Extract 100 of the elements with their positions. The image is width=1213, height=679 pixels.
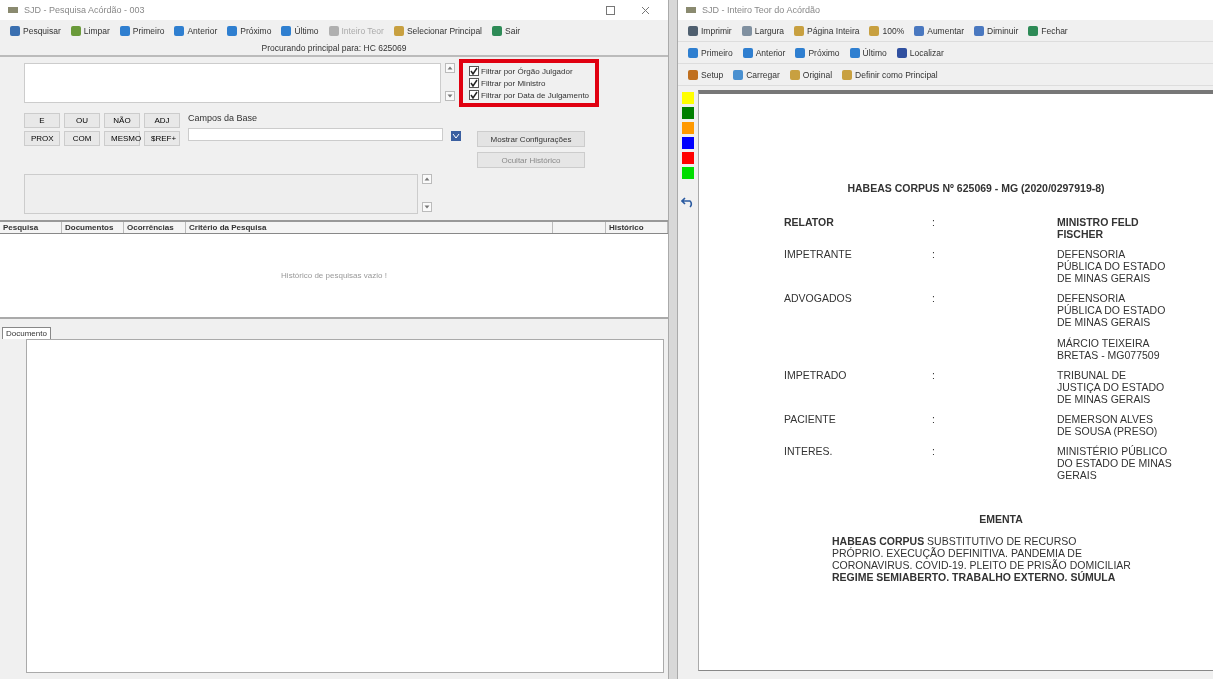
toolbar-icon	[788, 68, 801, 81]
separator-colon: :	[932, 412, 936, 427]
toolbar-icon	[913, 24, 926, 37]
toolbar-icon	[69, 24, 82, 37]
toolbar-button[interactable]: Primeiro	[115, 24, 168, 37]
toolbar-button[interactable]: Aumentar	[910, 24, 968, 37]
party-role: PACIENTE	[784, 412, 837, 427]
toolbar-button[interactable]: Definir como Principal	[838, 68, 941, 81]
party-name: MINISTRO FELD FISCHER	[1057, 216, 1139, 241]
toolbar-button[interactable]: Setup	[684, 68, 727, 81]
app-icon	[686, 7, 696, 13]
scroll-down-icon[interactable]	[422, 202, 432, 212]
toolbar-button[interactable]: Anterior	[738, 46, 789, 59]
party-role: IMPETRANTE	[784, 248, 853, 263]
fields-dropdown[interactable]	[188, 128, 443, 141]
column-header[interactable]: Pesquisa	[0, 222, 62, 233]
color-swatch[interactable]	[682, 152, 694, 164]
toolbar-button[interactable]: Carregar	[729, 68, 783, 81]
operator-button[interactable]: MESMO	[104, 131, 140, 146]
party-name: DEMERSON ALVES DE SOUSA (PRESO)	[1057, 412, 1158, 437]
toolbar-icon	[226, 24, 239, 37]
toolbar-button[interactable]: Pesquisar	[6, 24, 64, 37]
toolbar-icon	[687, 46, 699, 59]
toolbar-icon	[327, 24, 340, 37]
color-swatch[interactable]	[682, 137, 694, 149]
toolbar-button[interactable]: Limpar	[66, 24, 113, 37]
scroll-up-icon[interactable]	[422, 174, 432, 184]
maximize-icon[interactable]	[606, 5, 615, 15]
toolbar-button[interactable]: Próximo	[223, 24, 275, 37]
toolbar-button[interactable]: Primeiro	[684, 46, 736, 59]
status-caption: Procurando principal para: HC 625069	[0, 41, 668, 57]
scroll-up-icon[interactable]	[445, 63, 455, 73]
toolbar-button[interactable]: Sair	[488, 24, 524, 37]
document-heading: HABEAS CORPUS Nº 625069 - MG (2020/0297919-8)	[846, 182, 1106, 194]
window-title: SJD - Pesquisa Acórdão - 003	[24, 5, 145, 15]
column-header[interactable]: Critério da Pesquisa	[186, 222, 553, 233]
toolbar-icon	[687, 24, 699, 37]
toolbar-button[interactable]: Imprimir	[684, 24, 735, 37]
color-swatch[interactable]	[682, 167, 694, 179]
toolbar-icon	[740, 24, 753, 37]
toolbar-button[interactable]: Último	[277, 24, 322, 37]
toolbar-icon	[280, 24, 293, 37]
undo-icon[interactable]	[681, 196, 695, 208]
toolbar-button[interactable]: Largura	[737, 24, 787, 37]
toolbar-button[interactable]: Anterior	[170, 24, 221, 37]
operator-button[interactable]: OU	[64, 113, 100, 128]
query-field[interactable]	[24, 63, 441, 103]
toolbar-button[interactable]: Diminuir	[970, 24, 1022, 37]
empty-message: Histórico de pesquisas vazio !	[281, 271, 387, 280]
color-swatch[interactable]	[682, 92, 694, 104]
tab[interactable]: Documento	[2, 327, 51, 339]
action-button[interactable]: Mostrar Configurações	[477, 131, 585, 147]
separator-colon: :	[932, 292, 936, 307]
toolbar-button[interactable]: Selecionar Principal	[389, 24, 485, 37]
section-title: EMENTA	[978, 513, 1024, 526]
toolbar-button[interactable]: Último	[845, 46, 890, 59]
operator-button[interactable]: E	[24, 113, 60, 128]
column-header[interactable]: Ocorrências	[124, 222, 186, 233]
toolbar-icon	[794, 46, 807, 59]
toolbar-button[interactable]: Próximo	[791, 46, 843, 59]
scroll-down-icon[interactable]	[445, 91, 455, 101]
toolbar-icon	[491, 24, 503, 37]
close-icon[interactable]	[641, 5, 650, 15]
party-role: ADVOGADOS	[784, 292, 853, 307]
checkbox[interactable]	[469, 66, 479, 76]
separator-colon: :	[932, 216, 936, 230]
toolbar-icon	[392, 24, 405, 37]
party-name: MINISTÉRIO PÚBLICO DO ESTADO DE MINAS GERAIS	[1057, 444, 1172, 482]
party-name: DEFENSORIA PÚBLICA DO ESTADO DE MINAS GERAIS	[1057, 292, 1166, 329]
toolbar-button[interactable]: Página Inteira	[790, 24, 863, 37]
checkbox-label: Filtrar por Ministro	[481, 78, 546, 88]
operator-button[interactable]: ADJ	[144, 113, 180, 128]
toolbar-icon	[973, 24, 986, 37]
column-header[interactable]: Documentos	[62, 222, 124, 233]
toolbar-button[interactable]: Fechar	[1024, 24, 1071, 37]
checkbox[interactable]	[469, 78, 479, 88]
toolbar-button[interactable]: Localizar	[892, 46, 947, 59]
separator-colon: :	[932, 444, 936, 459]
checkbox[interactable]	[469, 90, 479, 100]
toolbar-button[interactable]: Original	[785, 68, 836, 81]
dropdown-icon[interactable]	[451, 131, 461, 141]
operator-button[interactable]: NÃO	[104, 113, 140, 128]
color-swatch[interactable]	[682, 122, 694, 134]
operator-button[interactable]: $REF+	[144, 131, 180, 146]
field-label: Campos da Base	[188, 113, 259, 123]
toolbar-button[interactable]: 100%	[865, 24, 908, 37]
checkbox-label: Filtrar por Órgão Julgador	[481, 66, 573, 76]
toolbar-icon	[173, 24, 186, 37]
party-role: INTERES.	[784, 444, 834, 459]
color-swatch[interactable]	[682, 107, 694, 119]
operator-button[interactable]: COM	[64, 131, 100, 146]
separator-colon: :	[932, 368, 936, 383]
toolbar-icon	[732, 68, 745, 81]
toolbar-icon	[1027, 24, 1040, 37]
toolbar-icon	[895, 46, 908, 59]
operator-button[interactable]: PROX	[24, 131, 60, 146]
history-field[interactable]	[24, 174, 418, 214]
toolbar-icon	[9, 24, 21, 37]
party-role: RELATOR	[784, 216, 835, 230]
party-name: TRIBUNAL DE JUSTIÇA DO ESTADO DE MINAS GERAIS	[1057, 368, 1165, 405]
